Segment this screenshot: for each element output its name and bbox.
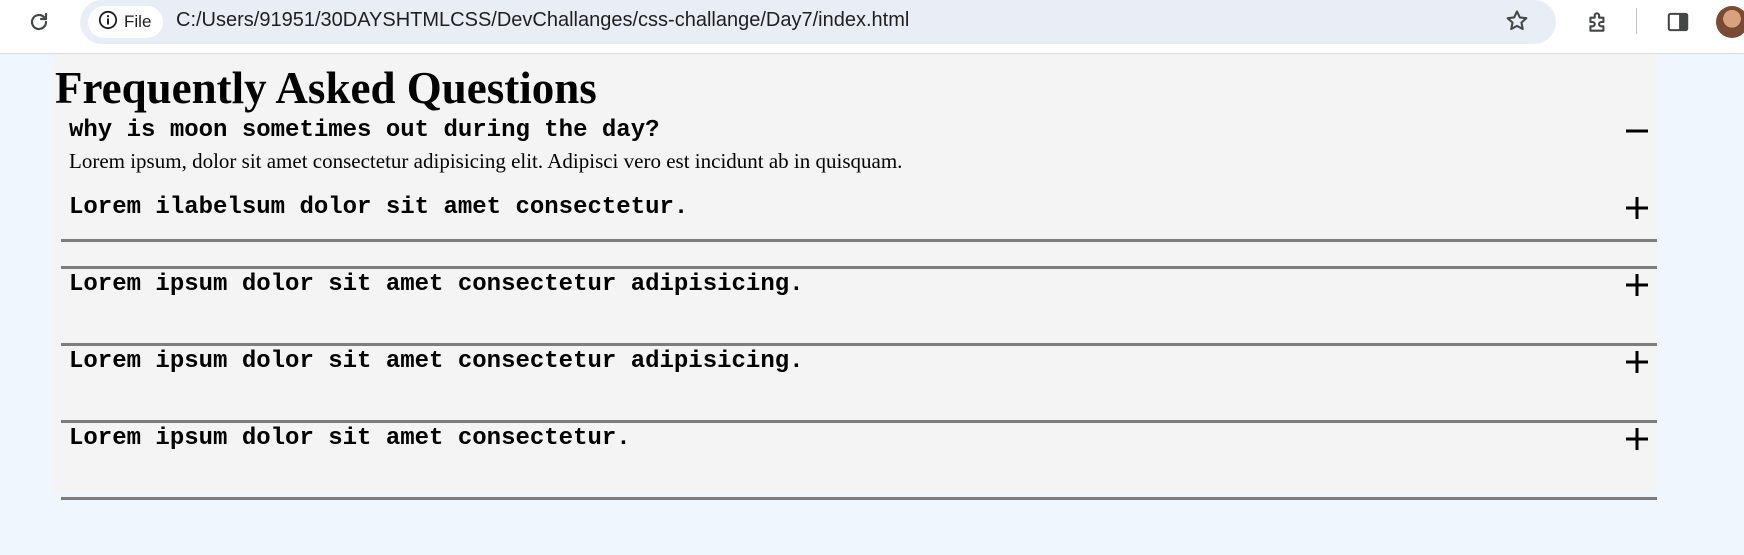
plus-icon[interactable] xyxy=(1623,194,1651,222)
page-title: Frequently Asked Questions xyxy=(55,63,597,113)
side-panel-icon[interactable] xyxy=(1662,6,1694,38)
site-chip-label: File xyxy=(124,12,152,31)
toolbar-separator xyxy=(1636,8,1637,34)
faq-section: Frequently Asked Questions why is moon s… xyxy=(53,54,1657,500)
faq-item-2[interactable]: Lorem ilabelsum dolor sit amet consectet… xyxy=(61,193,1657,269)
extensions-icon[interactable] xyxy=(1582,6,1614,38)
faq-answer: Lorem ipsum, dolor sit amet consectetur … xyxy=(69,149,903,173)
minus-icon[interactable] xyxy=(1623,117,1651,145)
plus-icon[interactable] xyxy=(1623,348,1651,376)
faq-question[interactable]: Lorem ipsum dolor sit amet consectetur a… xyxy=(69,270,804,300)
faq-question[interactable]: Lorem ipsum dolor sit amet consectetur a… xyxy=(69,347,804,377)
info-icon xyxy=(98,10,118,35)
browser-toolbar: File C:/Users/91951/30DAYSHTMLCSS/DevCha… xyxy=(0,0,1744,54)
url-text[interactable]: C:/Users/91951/30DAYSHTMLCSS/DevChallang… xyxy=(176,0,909,40)
address-bar[interactable]: File C:/Users/91951/30DAYSHTMLCSS/DevCha… xyxy=(80,0,1556,44)
faq-question[interactable]: Lorem ilabelsum dolor sit amet consectet… xyxy=(69,193,688,223)
faq-item-4[interactable]: Lorem ipsum dolor sit amet consectetur a… xyxy=(61,347,1657,423)
faq-question[interactable]: why is moon sometimes out during the day… xyxy=(69,116,660,146)
faq-question[interactable]: Lorem ipsum dolor sit amet consectetur. xyxy=(69,424,631,454)
faq-item-5[interactable]: Lorem ipsum dolor sit amet consectetur. xyxy=(61,424,1657,500)
plus-icon[interactable] xyxy=(1623,271,1651,299)
star-icon[interactable] xyxy=(1502,6,1532,36)
site-info-chip[interactable]: File xyxy=(88,6,164,38)
reload-icon[interactable] xyxy=(24,7,54,37)
faq-item-3[interactable]: Lorem ipsum dolor sit amet consectetur a… xyxy=(61,270,1657,346)
avatar[interactable] xyxy=(1716,6,1744,38)
plus-icon[interactable] xyxy=(1623,425,1651,453)
